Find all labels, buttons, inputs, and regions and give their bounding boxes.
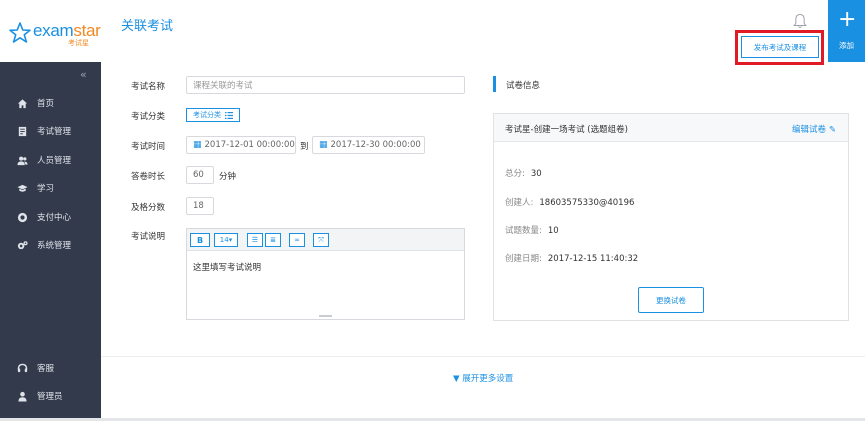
sidebar: « 首页 考试管理 人员管理 学习 支付中心 系统管理 客服 管理员 bbox=[0, 62, 101, 421]
paper-info-card: 考试星-创建一场考试 (选题组卷) 编辑试卷 ✎ 总分: 30 创建人: 186035… bbox=[493, 113, 849, 321]
description-placeholder: 这里填写考试说明 bbox=[193, 263, 262, 273]
exam-name-label: 考试名称 bbox=[131, 82, 166, 92]
sidebar-item-home[interactable]: 首页 bbox=[0, 92, 101, 114]
pass-score-input[interactable]: 18 bbox=[186, 197, 214, 215]
graduation-cap-icon bbox=[17, 183, 28, 194]
sidebar-item-system-management[interactable]: 系统管理 bbox=[0, 234, 101, 256]
sidebar-item-label: 考试管理 bbox=[37, 127, 72, 137]
sidebar-item-admin[interactable]: 管理员 bbox=[0, 385, 101, 407]
collapse-sidebar-button[interactable]: « bbox=[80, 68, 87, 81]
document-icon bbox=[17, 126, 28, 137]
star-logo-icon bbox=[9, 22, 31, 43]
total-score: 总分: 30 bbox=[505, 169, 542, 179]
bold-button[interactable]: B bbox=[190, 233, 210, 247]
home-icon bbox=[17, 98, 28, 109]
sidebar-item-label: 支付中心 bbox=[37, 213, 72, 223]
start-time-input[interactable]: ▦ 2017-12-01 00:00:00 bbox=[186, 136, 296, 154]
payment-icon bbox=[17, 212, 28, 223]
user-icon bbox=[17, 391, 28, 402]
created-date: 创建日期: 2017-12-15 11:40:32 bbox=[505, 254, 639, 264]
list-icon bbox=[225, 111, 233, 119]
description-editor[interactable]: B 14▾ ☰ ≣ ∞ ⤧ 这里填写考试说明 bbox=[186, 228, 465, 320]
font-size-button[interactable]: 14▾ bbox=[214, 233, 238, 247]
bell-icon[interactable] bbox=[793, 13, 807, 29]
users-icon bbox=[17, 155, 28, 166]
brand-subtitle: 考试星 bbox=[68, 39, 89, 47]
sidebar-item-label: 客服 bbox=[37, 364, 55, 374]
section-accent-bar bbox=[493, 76, 496, 92]
question-count: 试题数量: 10 bbox=[505, 226, 559, 236]
logo: examstar 考试星 bbox=[0, 0, 101, 62]
pencil-icon: ✎ bbox=[829, 125, 837, 135]
bullet-list-icon: ☰ bbox=[251, 236, 259, 244]
exam-category-label: 考试分类 bbox=[131, 112, 166, 122]
exam-name-input[interactable]: 课程关联的考试 bbox=[186, 76, 465, 94]
divider bbox=[101, 356, 865, 357]
duration-unit: 分钟 bbox=[219, 172, 237, 182]
pass-score-label: 及格分数 bbox=[131, 203, 166, 213]
fullscreen-icon: ⤧ bbox=[318, 235, 324, 244]
paper-name: 考试星-创建一场考试 (选题组卷) bbox=[505, 125, 628, 135]
resize-handle[interactable] bbox=[319, 315, 332, 317]
sidebar-item-label: 学习 bbox=[37, 184, 55, 194]
calendar-icon: ▦ bbox=[319, 140, 328, 150]
sidebar-item-label: 首页 bbox=[37, 99, 55, 109]
link-icon: ∞ bbox=[294, 236, 300, 244]
duration-input[interactable]: 60 bbox=[186, 166, 214, 184]
change-paper-button[interactable]: 更换试卷 bbox=[638, 287, 704, 313]
exam-time-label: 考试时间 bbox=[131, 142, 166, 152]
editor-toolbar: B 14▾ ☰ ≣ ∞ ⤧ bbox=[187, 229, 464, 251]
sidebar-item-payment-center[interactable]: 支付中心 bbox=[0, 206, 101, 228]
sidebar-item-label: 人员管理 bbox=[37, 156, 72, 166]
brand-name: examstar bbox=[33, 21, 101, 40]
gears-icon bbox=[17, 240, 28, 251]
exam-description-label: 考试说明 bbox=[131, 232, 166, 242]
sidebar-item-customer-service[interactable]: 客服 bbox=[0, 357, 101, 379]
numbered-list-icon: ≣ bbox=[270, 236, 276, 244]
paper-info-title: 试卷信息 bbox=[506, 81, 541, 91]
sidebar-item-exam-management[interactable]: 考试管理 bbox=[0, 120, 101, 142]
edit-paper-link[interactable]: 编辑试卷 ✎ bbox=[792, 123, 836, 135]
sidebar-item-label: 系统管理 bbox=[37, 241, 72, 251]
end-time-input[interactable]: ▦ 2017-12-30 00:00:00 bbox=[312, 136, 425, 154]
fullscreen-button[interactable]: ⤧ bbox=[313, 233, 329, 247]
sidebar-item-label: 管理员 bbox=[37, 392, 63, 402]
publish-exam-and-course-button[interactable]: 发布考试及课程 bbox=[741, 36, 819, 58]
page-title: 关联考试 bbox=[121, 19, 174, 34]
numbered-list-button[interactable]: ≣ bbox=[265, 233, 281, 247]
caret-down-icon: ▼ bbox=[453, 374, 460, 384]
category-button-label: 考试分类 bbox=[193, 111, 221, 119]
exam-category-button[interactable]: 考试分类 bbox=[186, 108, 240, 122]
headset-icon bbox=[17, 363, 28, 374]
expand-more-settings-link[interactable]: ▼ 展开更多设置 bbox=[453, 372, 513, 384]
add-button[interactable]: + 添加 bbox=[828, 0, 865, 62]
bullet-list-button[interactable]: ☰ bbox=[247, 233, 263, 247]
add-label: 添加 bbox=[839, 41, 854, 50]
answer-duration-label: 答卷时长 bbox=[131, 172, 166, 182]
creator: 创建人: 18603575330@40196 bbox=[505, 198, 635, 208]
to-label: 到 bbox=[300, 142, 309, 152]
sidebar-item-learning[interactable]: 学习 bbox=[0, 177, 101, 199]
calendar-icon: ▦ bbox=[193, 140, 202, 150]
paper-card-header: 考试星-创建一场考试 (选题组卷) 编辑试卷 ✎ bbox=[494, 114, 848, 142]
plus-icon: + bbox=[838, 7, 857, 32]
link-button[interactable]: ∞ bbox=[289, 233, 305, 247]
sidebar-item-user-management[interactable]: 人员管理 bbox=[0, 149, 101, 171]
